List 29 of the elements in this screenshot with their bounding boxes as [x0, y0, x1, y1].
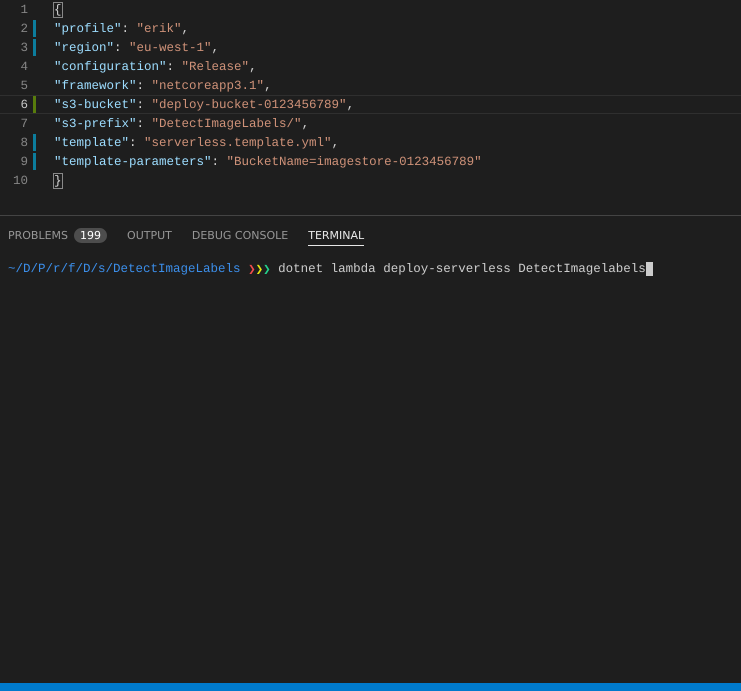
line-number: 9	[19, 154, 28, 168]
panel-tab[interactable]: DEBUG CONSOLE	[192, 226, 288, 246]
code-line: "s3-bucket": "deploy-bucket-0123456789",	[54, 98, 354, 112]
code-line: }	[54, 174, 62, 188]
line-number: 4	[19, 60, 28, 74]
text-cursor	[646, 262, 653, 276]
line-number: 7	[19, 116, 28, 130]
count-badge: 199	[74, 228, 108, 243]
line-number: 5	[19, 78, 28, 92]
code-line: {	[54, 2, 62, 16]
code-line: "configuration": "Release",	[54, 60, 257, 74]
code-line: "profile": "erik",	[54, 22, 190, 36]
line-number: 6	[19, 98, 28, 112]
code-line: "template-parameters": "BucketName=imagestore-0123456789"	[54, 154, 482, 168]
line-number: 10	[12, 174, 28, 188]
prompt-chevrons: ❯❯❯	[248, 262, 271, 277]
line-number: 2	[19, 22, 28, 36]
code-line: "s3-prefix": "DetectImageLabels/",	[54, 116, 310, 130]
panel-tab[interactable]: TERMINAL	[308, 226, 364, 246]
code-line: "framework": "netcoreapp3.1",	[54, 78, 272, 92]
panel-tab[interactable]: OUTPUT	[127, 226, 172, 246]
code-line: "region": "eu-west-1",	[54, 40, 220, 54]
line-number: 8	[19, 136, 28, 150]
line-number: 3	[19, 40, 28, 54]
panel-tab[interactable]: PROBLEMS 199	[8, 226, 108, 246]
terminal-command: dotnet lambda deploy-serverless DetectImagelabels	[278, 262, 646, 276]
code-line: "template": "serverless.template.yml",	[54, 136, 340, 150]
line-number: 1	[19, 2, 28, 16]
terminal-path: ~/D/P/r/f/D/s/DetectImageLabels	[8, 262, 241, 276]
